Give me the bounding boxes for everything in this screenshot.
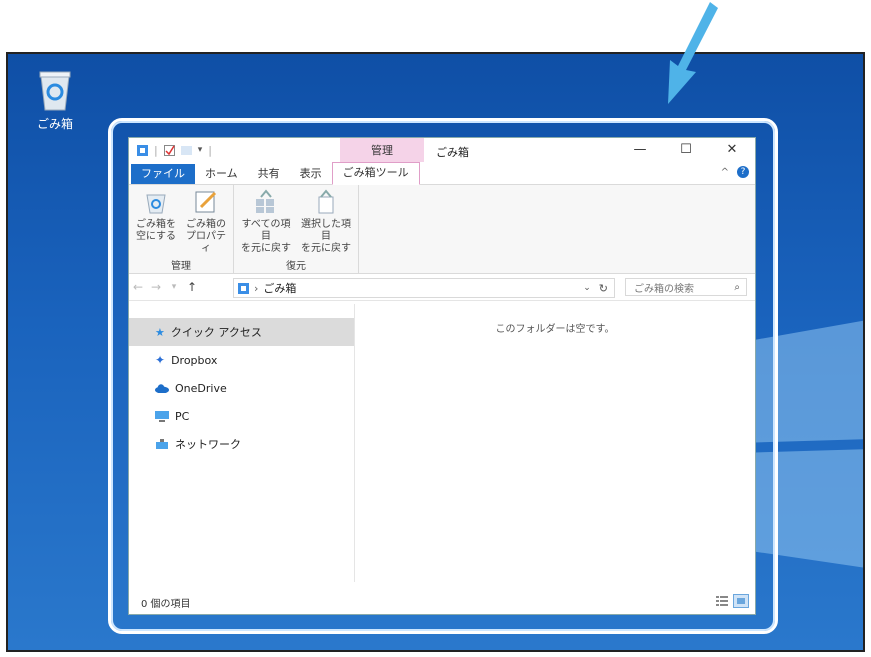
computer-icon [155, 410, 169, 422]
star-icon: ★ [155, 325, 165, 339]
nav-item-dropbox[interactable]: ✦ Dropbox [129, 346, 354, 374]
restore-all-icon [256, 189, 274, 213]
nav-label-onedrive: OneDrive [175, 381, 227, 395]
breadcrumb[interactable]: ごみ箱 [263, 280, 296, 296]
search-icon: ⌕ [734, 281, 740, 293]
nav-item-quick-access[interactable]: ★ クイック アクセス [129, 318, 354, 346]
content-area: ★ クイック アクセス ✦ Dropbox OneDrive PC ネットワーク… [129, 304, 755, 582]
recycle-bin-properties-button[interactable]: ごみ箱の プロパティ [183, 187, 229, 257]
recycle-folder-icon [137, 144, 148, 156]
nav-item-network[interactable]: ネットワーク [129, 430, 354, 458]
properties-check-icon[interactable] [163, 144, 175, 156]
tab-home[interactable]: ホーム [195, 164, 248, 184]
navigation-pane: ★ クイック アクセス ✦ Dropbox OneDrive PC ネットワーク [129, 304, 355, 582]
ribbon-collapse-icon[interactable]: ^ [721, 167, 729, 178]
ribbon-tabs: ファイル ホーム 共有 表示 ごみ箱ツール ^ ? [129, 162, 755, 185]
restore-selected-button[interactable]: 選択した項目 を元に戻す [298, 187, 354, 257]
minimize-button[interactable]: — [617, 138, 663, 162]
close-button[interactable]: ✕ [709, 138, 755, 162]
context-tab-manage: 管理 [340, 138, 424, 162]
nav-item-pc[interactable]: PC [129, 402, 354, 430]
restore-all-label-1: すべての項目 [241, 219, 291, 242]
tab-share[interactable]: 共有 [248, 164, 290, 184]
empty-folder-message: このフォルダーは空です。 [495, 324, 615, 335]
props-label-1: ごみ箱の [186, 219, 226, 230]
details-view-icon[interactable] [715, 594, 729, 608]
restore-selected-label-2: を元に戻す [301, 243, 351, 254]
restore-group-label: 復元 [286, 261, 306, 272]
network-icon [156, 438, 168, 449]
forward-arrow-icon[interactable]: → [147, 280, 165, 294]
window-title: ごみ箱 [436, 146, 469, 159]
nav-label-pc: PC [175, 409, 190, 423]
help-icon[interactable]: ? [737, 166, 749, 178]
desktop-recycle-bin[interactable]: ごみ箱 [30, 68, 80, 132]
tab-view[interactable]: 表示 [290, 164, 332, 184]
explorer-window: | ▾ | 管理 ごみ箱 — ☐ ✕ ファイル ホーム 共有 表示 ごみ箱ツール… [128, 137, 756, 615]
ribbon: ごみ箱を 空にする ごみ箱の プロパティ 管理 すべての項目 を元に戻す 選択し… [129, 185, 755, 274]
qat-divider: | [154, 143, 158, 157]
recycle-folder-small-icon [238, 282, 249, 294]
address-box[interactable]: › ごみ箱 ⌄ ↻ [233, 278, 615, 298]
view-switcher [715, 594, 749, 608]
desktop-recycle-label: ごみ箱 [36, 117, 73, 131]
empty-label-1: ごみ箱を [136, 219, 176, 230]
props-label-2: プロパティ [186, 231, 226, 254]
search-placeholder: ごみ箱の検索 [634, 283, 694, 295]
new-folder-icon[interactable] [180, 145, 192, 156]
address-dropdown-icon[interactable]: ⌄ [583, 283, 591, 293]
tab-recycle-tools[interactable]: ごみ箱ツール [331, 162, 420, 185]
restore-selected-label-1: 選択した項目 [301, 219, 351, 242]
recycle-bin-icon [39, 71, 71, 111]
pointer-arrow-icon [668, 2, 718, 104]
nav-label-network: ネットワーク [175, 438, 241, 451]
tab-file[interactable]: ファイル [131, 164, 195, 184]
title-bar: | ▾ | 管理 ごみ箱 — ☐ ✕ [129, 138, 755, 162]
quick-access-toolbar: | ▾ | [129, 138, 212, 162]
large-icons-view-icon[interactable] [733, 594, 749, 608]
manage-group-label: 管理 [171, 261, 191, 272]
breadcrumb-separator-icon: › [254, 281, 259, 295]
restore-all-button[interactable]: すべての項目 を元に戻す [238, 187, 294, 257]
window-controls: — ☐ ✕ [617, 138, 755, 162]
nav-label-dropbox: Dropbox [171, 353, 218, 367]
recent-dropdown-icon[interactable]: ▾ [165, 282, 183, 292]
maximize-button[interactable]: ☐ [663, 138, 709, 162]
nav-label-quick-access: クイック アクセス [170, 326, 262, 339]
up-arrow-icon[interactable]: ↑ [183, 280, 201, 294]
nav-item-onedrive[interactable]: OneDrive [129, 374, 354, 402]
empty-bin-icon [146, 194, 166, 214]
item-count: 0 個の項目 [141, 598, 191, 610]
restore-all-label-2: を元に戻す [241, 243, 291, 254]
back-arrow-icon[interactable]: ← [129, 280, 147, 294]
properties-icon [195, 191, 217, 213]
onedrive-cloud-icon [155, 383, 169, 393]
qat-divider-2: | [208, 143, 212, 157]
ribbon-group-manage: ごみ箱を 空にする ごみ箱の プロパティ 管理 [129, 185, 234, 273]
search-input[interactable]: ごみ箱の検索 ⌕ [625, 278, 747, 296]
ribbon-right-controls: ^ ? [721, 166, 749, 178]
ribbon-group-restore: すべての項目 を元に戻す 選択した項目 を元に戻す 復元 [234, 185, 359, 273]
restore-selected-icon [318, 189, 334, 214]
refresh-icon[interactable]: ↻ [599, 282, 608, 295]
empty-recycle-bin-button[interactable]: ごみ箱を 空にする [133, 187, 179, 257]
status-bar: 0 個の項目 [129, 590, 755, 614]
dropbox-icon: ✦ [155, 353, 166, 367]
empty-label-2: 空にする [135, 231, 177, 242]
qat-dropdown-icon[interactable]: ▾ [198, 145, 203, 155]
